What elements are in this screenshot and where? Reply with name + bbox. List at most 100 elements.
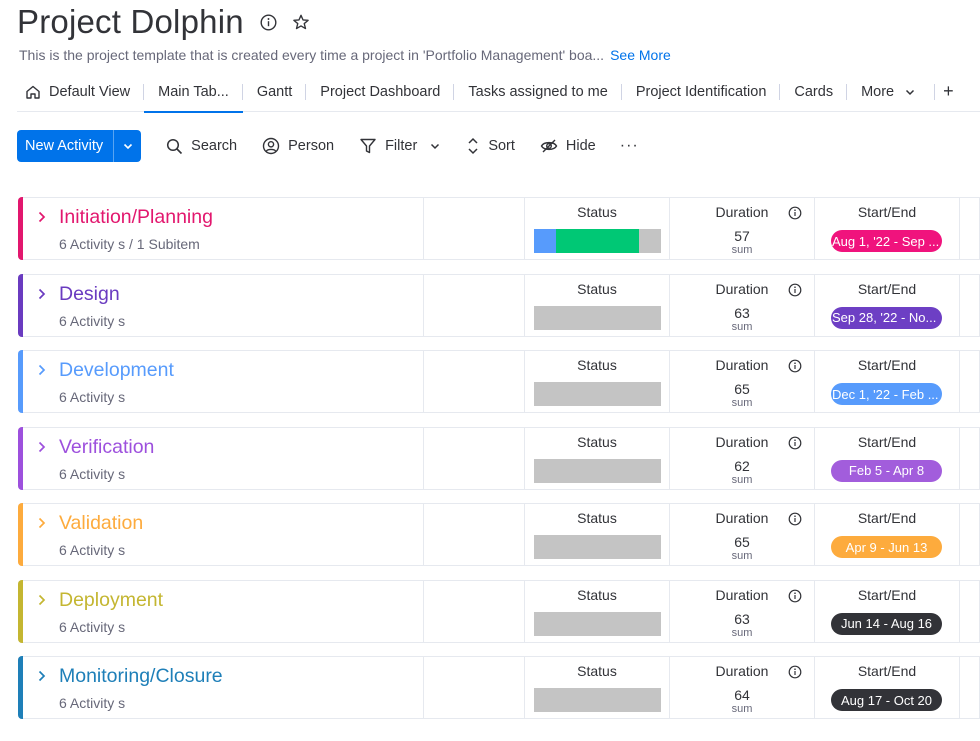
tab-cards[interactable]: Cards: [780, 72, 847, 112]
group-color-bar: [18, 426, 23, 490]
info-icon[interactable]: [788, 206, 802, 220]
duration-summary-cell: Duration 62 sum: [669, 427, 814, 489]
status-segment: [555, 229, 640, 253]
search-button[interactable]: Search: [166, 138, 237, 155]
timeline-summary-cell: Start/End Sep 28, '22 - No...: [814, 274, 959, 336]
chevron-down-icon: [123, 143, 132, 150]
chevron-right-icon[interactable]: [36, 669, 48, 683]
duration-sum-value: 63: [734, 304, 750, 321]
info-icon[interactable]: [788, 665, 802, 679]
group-verification: Verification 6 Activity s Status Duration 62…: [18, 426, 980, 490]
tab-label: Gantt: [256, 83, 293, 100]
group-development: Development 6 Activity s Status Duration 65 s…: [18, 350, 980, 413]
person-filter-button[interactable]: Person: [262, 137, 334, 155]
duration-summary-cell: Duration 63 sum: [669, 580, 814, 642]
date-range-pill[interactable]: Apr 9 - Jun 13: [831, 536, 942, 558]
group-title[interactable]: Verification: [59, 436, 154, 459]
status-column-title: Status: [577, 510, 617, 526]
date-range-pill[interactable]: Aug 1, '22 - Sep ...: [831, 230, 942, 252]
group-title[interactable]: Design: [59, 283, 120, 306]
date-range-pill[interactable]: Dec 1, '22 - Feb ...: [831, 383, 942, 405]
star-icon[interactable]: [292, 13, 310, 31]
filter-button[interactable]: Filter: [359, 137, 441, 155]
group-item-count: 6 Activity s: [59, 542, 126, 558]
group-title[interactable]: Initiation/Planning: [59, 206, 213, 229]
duration-sum-value: 65: [734, 381, 750, 397]
person-label: Person: [288, 138, 335, 154]
tab-tasks-assigned[interactable]: Tasks assigned to me: [454, 72, 623, 112]
group-deployment: Deployment 6 Activity s Status Duration 63 su…: [18, 579, 980, 643]
sort-icon: [466, 137, 480, 155]
sort-button[interactable]: Sort: [466, 137, 515, 155]
group-spacer-cell: [423, 427, 524, 489]
next-column-cell: [959, 504, 980, 565]
status-summary-cell: Status: [524, 657, 669, 718]
status-column-title: Status: [577, 663, 617, 679]
chevron-right-icon[interactable]: [36, 440, 48, 454]
add-view-button[interactable]: +: [934, 81, 962, 101]
timeline-summary-cell: Start/End Feb 5 - Apr 8: [814, 427, 959, 489]
filter-label: Filter: [385, 138, 418, 154]
status-battery[interactable]: [534, 688, 661, 712]
chevron-right-icon[interactable]: [36, 210, 48, 224]
group-title[interactable]: Monitoring/Closure: [59, 665, 223, 688]
duration-sum-value: 57: [734, 228, 750, 244]
chevron-down-icon[interactable]: [429, 140, 441, 152]
board-header: Project Dolphin This is the project temp…: [17, 0, 977, 63]
tab-more[interactable]: More: [847, 72, 930, 112]
hide-button[interactable]: Hide: [540, 137, 596, 155]
filter-icon: [359, 137, 377, 155]
chevron-right-icon[interactable]: [36, 516, 48, 530]
home-icon: [25, 84, 41, 100]
group-item-count: 6 Activity s: [59, 389, 126, 405]
new-activity-label: New Activity: [25, 138, 104, 154]
group-title[interactable]: Validation: [59, 512, 143, 535]
group-title[interactable]: Deployment: [59, 589, 163, 612]
start-end-column-title: Start/End: [857, 357, 917, 373]
duration-summary-cell: Duration 65 sum: [669, 504, 814, 565]
group-color-bar: [18, 579, 23, 643]
date-range-pill[interactable]: Aug 17 - Oct 20: [831, 689, 942, 711]
chevron-right-icon[interactable]: [36, 363, 48, 377]
search-icon: [166, 138, 183, 155]
new-activity-button[interactable]: New Activity: [17, 130, 142, 162]
group-item-count: 6 Activity s: [59, 465, 126, 482]
status-battery[interactable]: [534, 382, 661, 406]
group-spacer-cell: [423, 198, 524, 259]
info-icon[interactable]: [788, 589, 802, 603]
group-color-bar: [18, 503, 23, 566]
tab-project-identification[interactable]: Project Identification: [622, 72, 781, 112]
duration-sum-label: sum: [731, 550, 753, 562]
info-icon[interactable]: [788, 436, 802, 450]
date-range-pill[interactable]: Jun 14 - Aug 16: [831, 612, 942, 635]
chevron-right-icon[interactable]: [36, 593, 48, 607]
tab-project-dashboard[interactable]: Project Dashboard: [306, 72, 455, 112]
group-color-bar: [18, 273, 23, 337]
status-battery[interactable]: [534, 535, 661, 559]
tab-default-view[interactable]: Default View: [17, 72, 145, 112]
info-icon[interactable]: [788, 512, 802, 526]
board-title[interactable]: Project Dolphin: [17, 3, 244, 41]
see-more-link[interactable]: See More: [610, 47, 671, 63]
status-battery[interactable]: [534, 305, 661, 330]
info-icon[interactable]: [260, 13, 278, 31]
timeline-summary-cell: Start/End Aug 1, '22 - Sep ...: [814, 198, 959, 259]
date-range-pill[interactable]: Feb 5 - Apr 8: [831, 459, 942, 482]
timeline-summary-cell: Start/End Apr 9 - Jun 13: [814, 504, 959, 565]
description-text: This is the project template that is cre…: [19, 47, 605, 63]
tab-main-table[interactable]: Main Tab...: [144, 72, 243, 113]
info-icon[interactable]: [788, 359, 802, 373]
duration-sum-label: sum: [731, 397, 753, 409]
chevron-right-icon[interactable]: [36, 287, 48, 301]
next-column-cell: [959, 274, 980, 336]
group-title[interactable]: Development: [59, 359, 174, 382]
date-range-pill[interactable]: Sep 28, '22 - No...: [831, 306, 942, 329]
tab-gantt[interactable]: Gantt: [243, 72, 307, 112]
status-battery[interactable]: [534, 611, 661, 636]
group-color-bar: [18, 197, 23, 260]
status-battery[interactable]: [534, 229, 661, 253]
status-battery[interactable]: [534, 458, 661, 483]
new-activity-dropdown[interactable]: [113, 130, 141, 162]
more-actions-button[interactable]: ···: [620, 137, 639, 155]
info-icon[interactable]: [788, 283, 802, 297]
